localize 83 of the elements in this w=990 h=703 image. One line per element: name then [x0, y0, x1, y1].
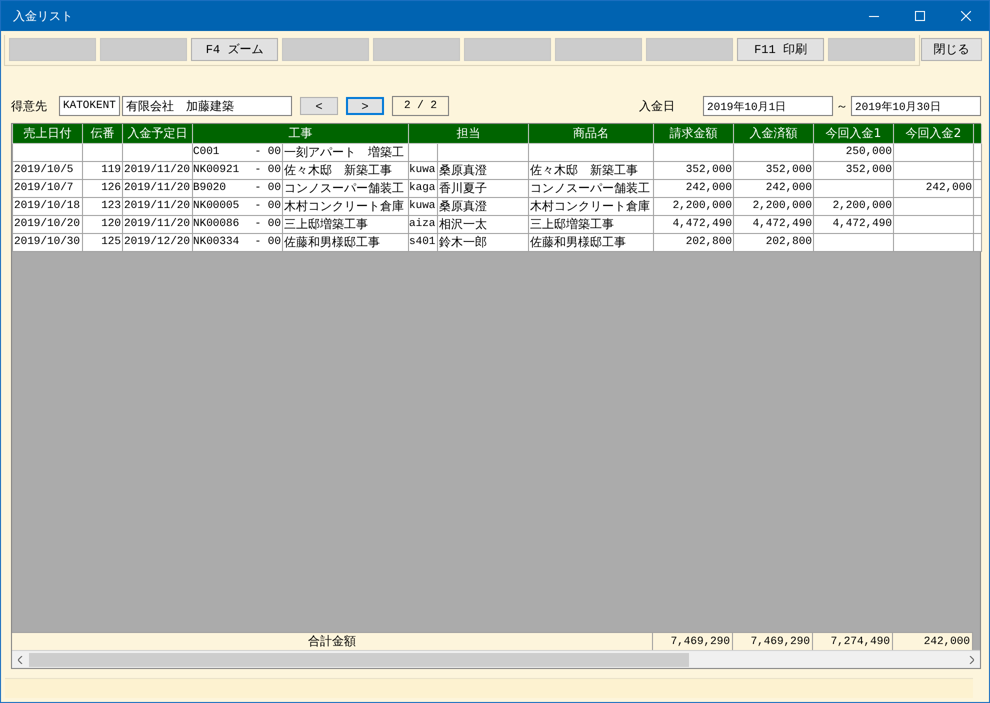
- table-cell: 2019/10/5: [12, 161, 82, 179]
- customer-code-field[interactable]: KATOKENT: [59, 96, 120, 116]
- customer-name-field[interactable]: 有限会社 加藤建築: [122, 96, 292, 116]
- project-suffix: - 00: [254, 162, 282, 178]
- project-suffix: - 00: [254, 144, 282, 160]
- table-cell: 242,000: [734, 179, 814, 197]
- table-cell: 4,472,490: [814, 215, 894, 233]
- scrollbar-thumb[interactable]: [29, 652, 689, 666]
- chevron-right-icon: [969, 656, 974, 664]
- table-cell: 2019/10/30: [12, 233, 82, 251]
- table-cell: 250,000: [814, 143, 894, 161]
- table-cell: コンノスーパー舗装工: [528, 179, 654, 197]
- staff-code: kuwa: [410, 198, 436, 214]
- horizontal-scrollbar[interactable]: [12, 650, 980, 668]
- table-cell: 佐藤和男様邸工事: [528, 233, 654, 251]
- column-header[interactable]: 今回入金1: [814, 124, 894, 143]
- column-header[interactable]: 売上日付: [12, 124, 82, 143]
- project-suffix: - 00: [254, 180, 282, 196]
- table-cell: 佐々木邸 新築工事: [528, 161, 654, 179]
- next-button[interactable]: >: [346, 97, 384, 115]
- project-code: NK00086: [194, 216, 240, 232]
- table-cell: 4,472,490: [734, 215, 814, 233]
- page-indicator: 2 / 2: [392, 96, 449, 116]
- payment-date-label: 入金日: [639, 98, 676, 114]
- project-code: C001: [194, 144, 220, 160]
- table-cell: 2019/10/20: [12, 215, 82, 233]
- table-cell: 木村コンクリート倉庫: [528, 197, 654, 215]
- window-title: 入金リスト: [13, 8, 74, 24]
- range-separator: ～: [836, 98, 848, 114]
- table-cell: 2,200,000: [814, 197, 894, 215]
- staff-code: aiza: [410, 216, 436, 232]
- table-cell: 352,000: [734, 161, 814, 179]
- customer-label: 得意先: [11, 98, 48, 114]
- table-cell: 2019/11/20: [122, 161, 192, 179]
- table-cell: 三上邸増築工事: [528, 215, 654, 233]
- table-cell: 119: [82, 161, 122, 179]
- close-icon: [961, 11, 971, 21]
- table-cell: 2019/11/20: [122, 179, 192, 197]
- table-cell: 352,000: [654, 161, 734, 179]
- staff-code: s401: [410, 234, 436, 250]
- maximize-icon: [915, 11, 925, 21]
- table-cell: 2019/11/20: [122, 197, 192, 215]
- table-cell: 120: [82, 215, 122, 233]
- date-from-field[interactable]: 2019年10月1日: [703, 96, 833, 116]
- table-cell: 126: [82, 179, 122, 197]
- column-header[interactable]: 入金予定日: [122, 124, 192, 143]
- column-header[interactable]: 伝番: [82, 124, 122, 143]
- previous-button[interactable]: <: [300, 97, 338, 115]
- project-code: NK00334: [194, 234, 240, 250]
- table-cell: 4,472,490: [654, 215, 734, 233]
- table-cell: 242,000: [654, 179, 734, 197]
- column-header[interactable]: 入金済額: [734, 124, 814, 143]
- project-code: B9020: [194, 180, 228, 196]
- column-header[interactable]: 担当: [408, 124, 528, 143]
- function-key-button[interactable]: F11 印刷: [737, 38, 824, 61]
- table-cell: 2,200,000: [654, 197, 734, 215]
- chevron-left-icon: [18, 656, 23, 664]
- table-cell: 123: [82, 197, 122, 215]
- project-suffix: - 00: [254, 234, 282, 250]
- column-header[interactable]: 商品名: [528, 124, 654, 143]
- table-cell: 2019/11/20: [122, 215, 192, 233]
- table-cell: 242,000: [894, 179, 974, 197]
- function-key-button[interactable]: F4 ズーム: [191, 38, 278, 61]
- table-cell: 2019/12/20: [122, 233, 192, 251]
- project-code: NK00005: [194, 198, 240, 214]
- table-cell: [82, 143, 122, 161]
- table-cell: 202,800: [734, 233, 814, 251]
- date-to-field[interactable]: 2019年10月30日: [851, 96, 981, 116]
- column-header[interactable]: 工事: [192, 124, 408, 143]
- table-cell: 2,200,000: [734, 197, 814, 215]
- column-header[interactable]: 請求金額: [654, 124, 734, 143]
- staff-code: kuwa: [410, 162, 436, 178]
- table-cell: 352,000: [814, 161, 894, 179]
- table-cell: 2019/10/7: [12, 179, 82, 197]
- project-suffix: - 00: [254, 198, 282, 214]
- table-cell: 125: [82, 233, 122, 251]
- column-header[interactable]: 今回入金2: [894, 124, 974, 143]
- table-cell: 202,800: [654, 233, 734, 251]
- staff-code: kaga: [410, 180, 436, 196]
- table-cell: 2019/10/18: [12, 197, 82, 215]
- close-button[interactable]: 閉じる: [921, 38, 982, 61]
- project-code: NK00921: [194, 162, 240, 178]
- project-suffix: - 00: [254, 216, 282, 232]
